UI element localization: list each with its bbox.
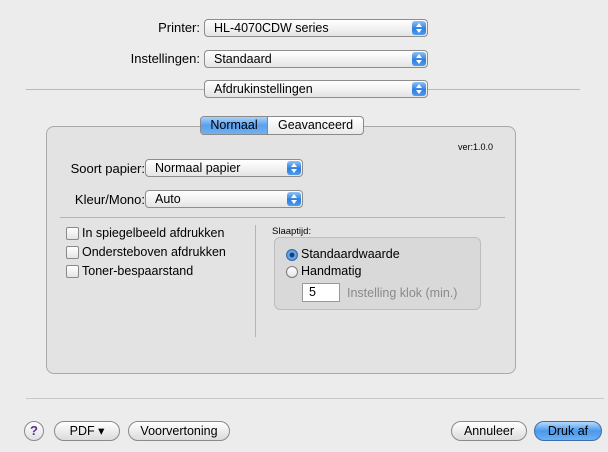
popup-arrows-icon — [287, 161, 301, 175]
paper-type-popup[interactable]: Normaal papier — [145, 159, 303, 177]
tab-geavanceerd[interactable]: Geavanceerd — [268, 117, 363, 134]
pane-value: Afdrukinstellingen — [214, 82, 313, 96]
sleep-title: Slaaptijd: — [272, 226, 312, 237]
checkbox-mirror[interactable] — [66, 227, 79, 240]
cancel-button[interactable]: Annuleer — [451, 421, 527, 441]
preview-button[interactable]: Voorvertoning — [128, 421, 230, 441]
sleep-minutes-hint: Instelling klok (min.) — [347, 286, 458, 300]
footer-divider — [26, 398, 604, 399]
column-separator — [255, 225, 256, 337]
checkbox-toner-save[interactable] — [66, 265, 79, 278]
presets-label: Instellingen: — [130, 51, 200, 66]
paper-type-value: Normaal papier — [155, 161, 241, 175]
tab-normaal[interactable]: Normaal — [201, 117, 268, 134]
printer-label: Printer: — [158, 20, 200, 35]
color-mode-popup[interactable]: Auto — [145, 190, 303, 208]
print-button[interactable]: Druk af — [534, 421, 602, 441]
pane-divider-left — [26, 89, 204, 90]
popup-arrows-icon — [412, 21, 426, 35]
checkbox-mirror-label: In spiegelbeeld afdrukken — [82, 226, 225, 240]
pdf-button[interactable]: PDF ▾ — [54, 421, 120, 441]
paper-type-label: Soort papier: — [70, 161, 145, 176]
pane-popup[interactable]: Afdrukinstellingen — [204, 80, 428, 98]
pane-divider-right — [428, 89, 580, 90]
checkbox-toner-save-label: Toner-bespaarstand — [82, 264, 194, 278]
sleep-minutes-input[interactable]: 5 — [302, 283, 340, 302]
color-mode-label: Kleur/Mono: — [74, 192, 145, 207]
color-mode-value: Auto — [155, 192, 181, 206]
popup-arrows-icon — [287, 192, 301, 206]
checkbox-upside-down-label: Ondersteboven afdrukken — [82, 245, 226, 259]
printer-value: HL-4070CDW series — [214, 21, 329, 35]
radio-manual[interactable] — [286, 266, 298, 278]
radio-default-label: Standaardwaarde — [301, 247, 400, 261]
radio-manual-label: Handmatig — [301, 264, 362, 278]
tab-control: Normaal Geavanceerd — [200, 116, 364, 135]
radio-default[interactable] — [286, 249, 298, 261]
version-text: ver:1.0.0 — [458, 142, 494, 152]
help-button[interactable]: ? — [24, 421, 44, 441]
panel-separator — [60, 217, 505, 218]
presets-value: Standaard — [214, 52, 272, 66]
presets-popup[interactable]: Standaard — [204, 50, 428, 68]
checkbox-upside-down[interactable] — [66, 246, 79, 259]
popup-arrows-icon — [412, 82, 426, 96]
printer-popup[interactable]: HL-4070CDW series — [204, 19, 428, 37]
popup-arrows-icon — [412, 52, 426, 66]
